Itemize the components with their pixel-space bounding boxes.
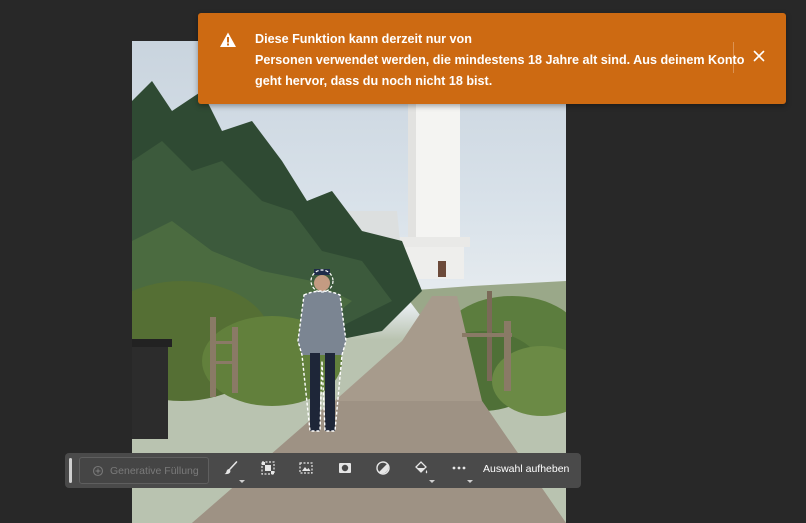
brush-icon: [223, 460, 239, 481]
more-menu-caret[interactable]: [467, 480, 473, 483]
brush-menu-caret[interactable]: [239, 480, 245, 483]
deselect-button[interactable]: Auswahl aufheben: [483, 463, 569, 475]
generative-fill-label: Generative Füllung: [110, 464, 199, 477]
warning-icon: [219, 31, 237, 49]
mask-icon: [337, 460, 353, 481]
fill-menu-caret[interactable]: [429, 480, 435, 483]
contextual-taskbar: Generative Füllung Auswahl aufheben: [65, 453, 581, 488]
fill-bucket-icon: [413, 460, 429, 481]
notification-line-1: Diese Funktion kann derzeit nur von: [255, 32, 472, 46]
more-options-button[interactable]: [447, 459, 473, 483]
age-restriction-notification: Diese Funktion kann derzeit nur von Pers…: [198, 13, 786, 104]
notification-message: Diese Funktion kann derzeit nur von Pers…: [255, 29, 745, 92]
transform-selection-button[interactable]: [294, 459, 318, 482]
photo-layer[interactable]: [132, 41, 566, 523]
mask-button[interactable]: [333, 459, 357, 482]
adjustment-icon: [375, 460, 391, 481]
notification-line-3: geht hervor, dass du noch nicht 18 bist.: [255, 74, 493, 88]
select-subject-button[interactable]: [256, 459, 280, 482]
fill-button[interactable]: [409, 459, 435, 483]
more-icon: [451, 460, 467, 481]
generative-fill-button[interactable]: Generative Füllung: [79, 457, 209, 484]
close-icon: [753, 49, 765, 67]
adjustment-button[interactable]: [371, 459, 395, 482]
notification-close-button[interactable]: [748, 47, 770, 69]
notification-divider: [733, 42, 734, 73]
taskbar-drag-handle[interactable]: [69, 458, 72, 483]
photo-drawing: [132, 41, 566, 523]
select-subject-icon: [260, 460, 276, 481]
generative-fill-icon: [92, 465, 104, 477]
notification-line-2: Personen verwendet werden, die mindesten…: [255, 53, 745, 67]
brush-tool-button[interactable]: [219, 459, 245, 483]
transform-selection-icon: [298, 460, 314, 481]
